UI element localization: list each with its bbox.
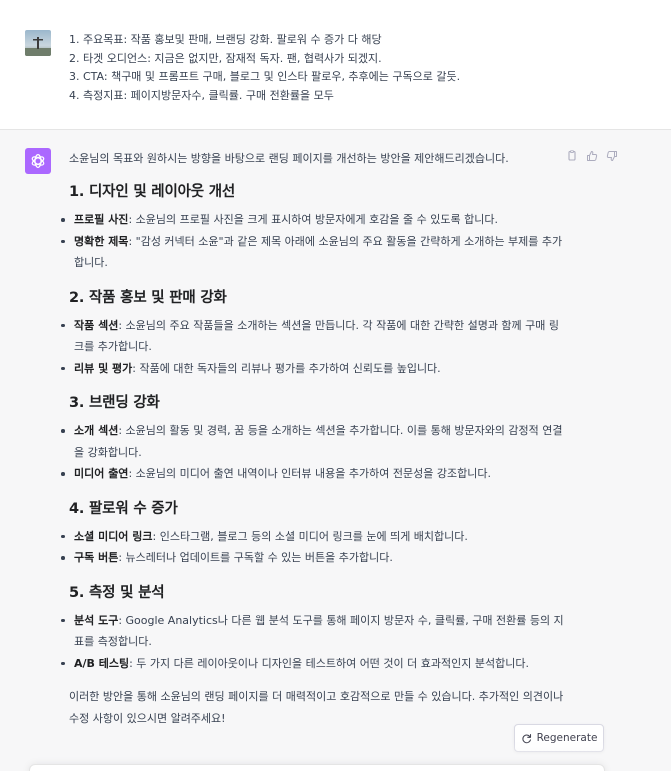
bullet-term: 소개 섹션 xyxy=(74,424,119,437)
bullet-term: 구독 버튼 xyxy=(74,551,119,564)
user-avatar xyxy=(25,30,51,56)
bullet-term: 명확한 제목 xyxy=(74,234,129,248)
list-item: 분석 도구: Google Analytics나 다른 웹 분석 도구를 통해 … xyxy=(61,610,564,653)
list-item: 작품 섹션: 소윤님의 주요 작품들을 소개하는 섹션을 만듭니다. 각 작품에… xyxy=(61,315,564,358)
bullet-text: : 작품에 대한 독자들의 리뷰나 평가를 추가하여 신뢰도를 높입니다. xyxy=(132,361,441,375)
list-item: 소개 섹션: 소윤님의 활동 및 경력, 꿈 등을 소개하는 섹션을 추가합니다… xyxy=(61,420,564,463)
bullet-term: 미디어 출연 xyxy=(74,467,129,480)
bullet-list: 작품 섹션: 소윤님의 주요 작품들을 소개하는 섹션을 만듭니다. 각 작품에… xyxy=(61,315,564,380)
bullet-text: : 소윤님의 프로필 사진을 크게 표시하여 방문자에게 호감을 줄 수 있도록… xyxy=(128,213,498,226)
bullet-list: 분석 도구: Google Analytics나 다른 웹 분석 도구를 통해 … xyxy=(61,610,564,675)
section-heading: 4. 팔로워 수 증가 xyxy=(69,500,178,517)
user-line-3: 3. CTA: 책구매 및 프롬프트 구매, 블로그 및 인스타 팔로우, 추후… xyxy=(69,70,461,83)
assistant-intro: 소윤님의 목표와 원하시는 방향을 바탕으로 랜딩 페이지를 개선하는 방안을 … xyxy=(69,152,509,165)
bullet-text: : 소윤님의 주요 작품들을 소개하는 섹션을 만듭니다. 각 작품에 대한 간… xyxy=(74,318,560,354)
list-item: 미디어 출연: 소윤님의 미디어 출연 내역이나 인터뷰 내용을 추가하여 전문… xyxy=(61,463,564,485)
user-message-text: 1. 주요목표: 작품 홍보및 판매, 브랜딩 강화. 팔로워 수 증가 다 해… xyxy=(69,31,460,105)
user-line-4: 4. 측정지표: 페이지방문자수, 클릭률. 구매 전환률을 모두 xyxy=(69,88,334,102)
bullet-list: 소개 섹션: 소윤님의 활동 및 경력, 꿈 등을 소개하는 섹션을 추가합니다… xyxy=(61,420,564,485)
message-actions xyxy=(566,150,618,162)
bullet-text: : Google Analytics나 다른 웹 분석 도구를 통해 페이지 방… xyxy=(74,613,564,649)
section-promotion-sales: 2. 작품 홍보 및 판매 강화 작품 섹션: 소윤님의 주요 작품들을 소개하… xyxy=(61,288,564,380)
assistant-closing: 이러한 방안을 통해 소윤님의 랜딩 페이지를 더 매력적이고 호감적으로 만들… xyxy=(69,690,564,725)
bullet-term: 소셜 미디어 링크 xyxy=(74,529,153,543)
assistant-avatar xyxy=(25,148,51,174)
list-item: A/B 테스팅: 두 가지 다른 레이아웃이나 디자인을 테스트하여 어떤 것이… xyxy=(61,653,564,675)
list-item: 명확한 제목: "감성 커넥터 소윤"과 같은 제목 아래에 소윤님의 주요 활… xyxy=(61,231,564,274)
bullet-text: : 뉴스레터나 업데이트를 구독할 수 있는 버튼을 추가합니다. xyxy=(118,551,393,564)
bullet-text: : 인스타그램, 블로그 등의 소셜 미디어 링크를 눈에 띄게 배치합니다. xyxy=(152,529,468,543)
list-item: 리뷰 및 평가: 작품에 대한 독자들의 리뷰나 평가를 추가하여 신뢰도를 높… xyxy=(61,358,564,380)
assistant-message-content: 소윤님의 목표와 원하시는 방향을 바탕으로 랜딩 페이지를 개선하는 방안을 … xyxy=(61,150,564,729)
copy-icon[interactable] xyxy=(566,150,578,162)
bullet-term: 프로필 사진 xyxy=(74,213,129,226)
assistant-message: 소윤님의 목표와 원하시는 방향을 바탕으로 랜딩 페이지를 개선하는 방안을 … xyxy=(0,130,671,771)
list-item: 구독 버튼: 뉴스레터나 업데이트를 구독할 수 있는 버튼을 추가합니다. xyxy=(61,547,564,569)
list-item: 소셜 미디어 링크: 인스타그램, 블로그 등의 소셜 미디어 링크를 눈에 띄… xyxy=(61,526,564,548)
section-heading: 2. 작품 홍보 및 판매 강화 xyxy=(69,289,227,306)
user-line-1: 1. 주요목표: 작품 홍보및 판매, 브랜딩 강화. 팔로워 수 증가 다 해… xyxy=(69,33,382,46)
bullet-text: : 소윤님의 미디어 출연 내역이나 인터뷰 내용을 추가하여 전문성을 강조합… xyxy=(128,467,491,480)
bullet-term: A/B 테스팅 xyxy=(74,656,130,670)
section-heading: 3. 브랜딩 강화 xyxy=(69,395,160,411)
user-line-2: 2. 타겟 오디언스: 지금은 없지만, 잠재적 독자. 팬, 협력사가 되겠지… xyxy=(69,51,382,65)
section-branding: 3. 브랜딩 강화 소개 섹션: 소윤님의 활동 및 경력, 꿈 등을 소개하는… xyxy=(61,393,564,485)
user-avatar-image xyxy=(25,30,51,56)
chat-input-box[interactable] xyxy=(29,764,605,771)
bullet-text: : "감성 커넥터 소윤"과 같은 제목 아래에 소윤님의 주요 활동을 간략하… xyxy=(74,234,563,270)
section-design-layout: 1. 디자인 및 레이아웃 개선 프로필 사진: 소윤님의 프로필 사진을 크게… xyxy=(61,182,564,274)
user-message: 1. 주요목표: 작품 홍보및 판매, 브랜딩 강화. 팔로워 수 증가 다 해… xyxy=(0,0,671,130)
section-analytics: 5. 측정 및 분석 분석 도구: Google Analytics나 다른 웹… xyxy=(61,583,564,675)
thumbs-up-icon[interactable] xyxy=(586,150,598,162)
bullet-term: 분석 도구 xyxy=(74,613,119,627)
list-item: 프로필 사진: 소윤님의 프로필 사진을 크게 표시하여 방문자에게 호감을 줄… xyxy=(61,209,564,231)
thumbs-down-icon[interactable] xyxy=(606,150,618,162)
section-heading: 1. 디자인 및 레이아웃 개선 xyxy=(69,184,235,200)
section-followers: 4. 팔로워 수 증가 소셜 미디어 링크: 인스타그램, 블로그 등의 소셜 … xyxy=(61,499,564,569)
section-heading: 5. 측정 및 분석 xyxy=(69,584,165,601)
bullet-list: 프로필 사진: 소윤님의 프로필 사진을 크게 표시하여 방문자에게 호감을 줄… xyxy=(61,209,564,274)
openai-logo-icon xyxy=(31,154,45,168)
bullet-term: 리뷰 및 평가 xyxy=(74,361,133,375)
bullet-term: 작품 섹션 xyxy=(74,318,119,332)
bullet-text: : 두 가지 다른 레이아웃이나 디자인을 테스트하여 어떤 것이 더 효과적인… xyxy=(129,656,529,670)
bullet-list: 소셜 미디어 링크: 인스타그램, 블로그 등의 소셜 미디어 링크를 눈에 띄… xyxy=(61,526,564,569)
bullet-text: : 소윤님의 활동 및 경력, 꿈 등을 소개하는 섹션을 추가합니다. 이를 … xyxy=(74,424,563,459)
